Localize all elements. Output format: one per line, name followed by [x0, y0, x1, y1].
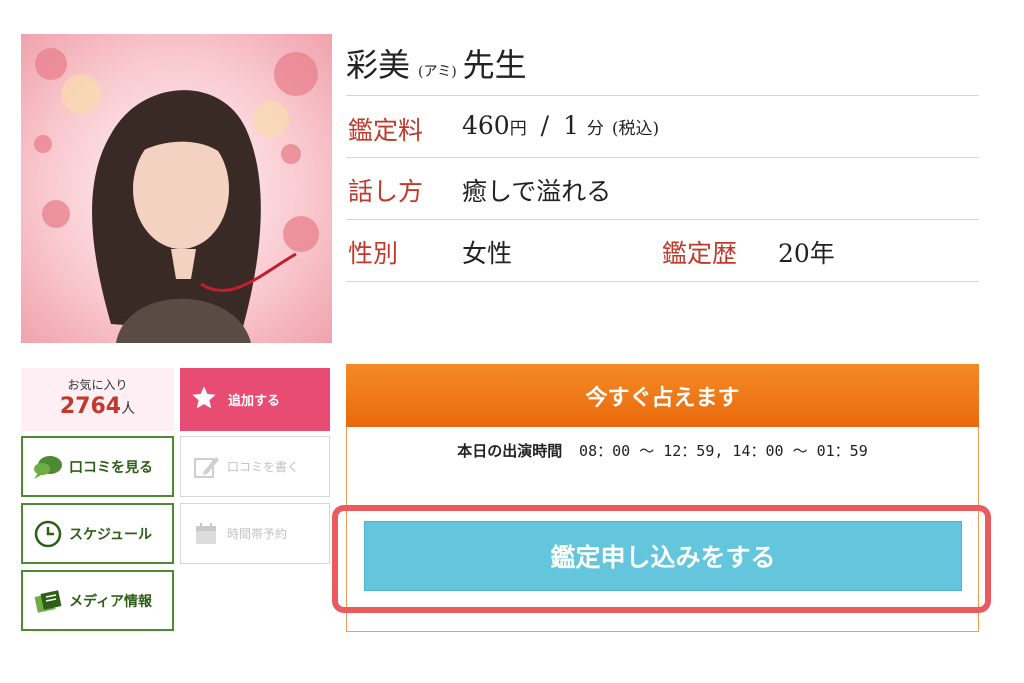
gender-value: 女性: [462, 239, 513, 268]
favorite-number: 2764: [59, 394, 122, 419]
fee-price: 460: [462, 111, 510, 140]
name-reading: (アミ): [418, 64, 457, 80]
star-icon: [190, 384, 218, 416]
divider: [346, 95, 979, 96]
divider: [346, 219, 979, 220]
schedule-button[interactable]: スケジュール: [21, 503, 174, 564]
hours-value: 08：00 〜 12：59, 14：00 〜 01：59: [579, 442, 868, 460]
favorite-count-box: お気に入り 2764人: [21, 368, 174, 431]
name-text: 彩美: [346, 46, 411, 84]
view-reviews-button[interactable]: 口コミを見る: [21, 436, 174, 497]
fee-slash: /: [540, 111, 550, 140]
fee-minutes: 1: [563, 111, 579, 140]
divider: [346, 157, 979, 158]
book-icon: [31, 584, 65, 618]
favorite-label: お気に入り: [67, 378, 128, 392]
divider: [346, 281, 979, 282]
fee-tax: (税込): [611, 119, 660, 139]
fee-currency: 円: [509, 119, 527, 139]
speech-bubble-icon: [31, 450, 65, 484]
today-hours: 本日の出演時間 08：00 〜 12：59, 14：00 〜 01：59: [346, 440, 979, 461]
favorite-unit: 人: [121, 401, 136, 417]
profile-photo: [21, 34, 332, 343]
write-review-label: 口コミを書く: [227, 460, 300, 474]
add-favorite-button[interactable]: 追加する: [180, 368, 330, 431]
style-label: 話し方: [348, 177, 424, 206]
hours-label: 本日の出演時間: [457, 442, 563, 460]
experience-label: 鑑定歴: [662, 239, 738, 268]
gender-label: 性別: [348, 239, 399, 268]
media-info-button[interactable]: メディア情報: [21, 570, 174, 631]
style-value: 癒しで溢れる: [462, 177, 612, 206]
available-now-banner: 今すぐ占えます: [346, 364, 979, 427]
media-info-label: メディア情報: [69, 593, 153, 610]
favorite-count: 2764人: [21, 394, 174, 419]
advisor-name: 彩美 (アミ) 先生: [346, 40, 527, 84]
calendar-icon: [189, 517, 223, 551]
write-review-button: 口コミを書く: [180, 436, 330, 497]
time-reservation-label: 時間帯予約: [227, 527, 288, 541]
honorific: 先生: [462, 46, 527, 84]
pencil-icon: [189, 450, 223, 484]
apply-reading-button[interactable]: 鑑定申し込みをする: [364, 521, 962, 591]
fee-value: 460円 / 1 分 (税込): [462, 111, 659, 140]
experience-value: 20年: [778, 239, 835, 268]
fee-unit: 分: [586, 119, 604, 139]
add-favorite-label: 追加する: [228, 394, 281, 409]
schedule-label: スケジュール: [69, 526, 153, 543]
time-reservation-button: 時間帯予約: [180, 503, 330, 564]
clock-icon: [31, 517, 65, 551]
fee-label: 鑑定料: [348, 116, 424, 145]
view-reviews-label: 口コミを見る: [69, 459, 153, 476]
